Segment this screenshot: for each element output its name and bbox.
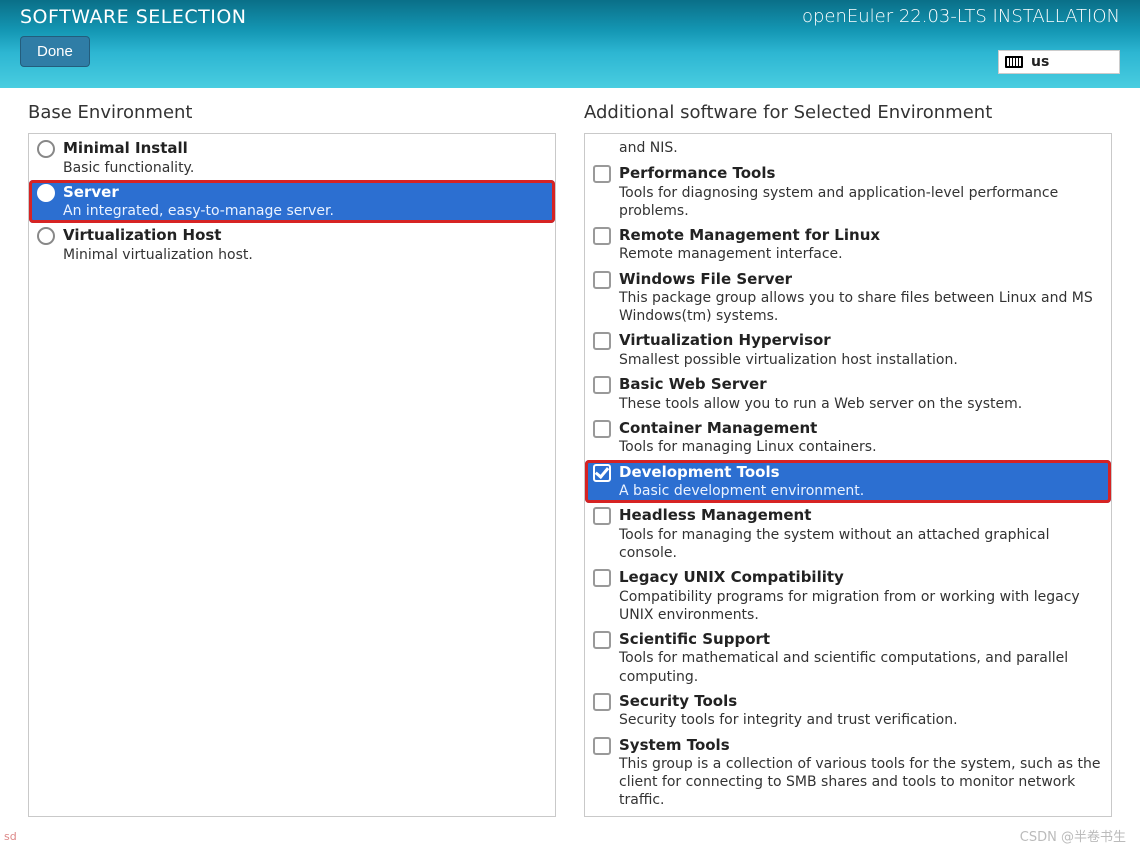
addon-desc: These tools allow you to run a Web serve…: [619, 395, 1103, 413]
addon-title: Performance Tools: [619, 164, 1103, 184]
radio-icon[interactable]: [37, 184, 55, 202]
addon-desc: This group is a collection of various to…: [619, 755, 1103, 810]
addon-desc: Tools for managing the system without an…: [619, 526, 1103, 562]
checkbox-icon[interactable]: [593, 737, 611, 755]
checkbox-icon[interactable]: [593, 569, 611, 587]
base-environment-column: Base Environment Minimal InstallBasic fu…: [28, 102, 556, 817]
base-env-desc: An integrated, easy-to-manage server.: [63, 202, 547, 220]
addon-title: Basic Web Server: [619, 375, 1103, 395]
base-env-title: Minimal Install: [63, 139, 547, 159]
product-label: openEuler 22.03-LTS INSTALLATION: [802, 6, 1120, 27]
addon-item-security[interactable]: Security ToolsSecurity tools for integri…: [585, 689, 1111, 733]
base-env-item-minimal[interactable]: Minimal InstallBasic functionality.: [29, 136, 555, 180]
addons-heading: Additional software for Selected Environ…: [584, 102, 1112, 123]
base-env-title: Server: [63, 183, 547, 203]
checkbox-icon[interactable]: [593, 165, 611, 183]
checkbox-icon[interactable]: [593, 376, 611, 394]
addon-title: Remote Management for Linux: [619, 226, 1103, 246]
addon-title: Legacy UNIX Compatibility: [619, 568, 1103, 588]
checkbox-icon[interactable]: [593, 507, 611, 525]
done-button[interactable]: Done: [20, 36, 90, 67]
addon-desc: Tools for diagnosing system and applicat…: [619, 184, 1103, 220]
content-area: Base Environment Minimal InstallBasic fu…: [0, 88, 1140, 835]
addon-item-dev-tools[interactable]: Development ToolsA basic development env…: [585, 460, 1111, 504]
addon-title: Container Management: [619, 419, 1103, 439]
addon-title: Smart Card Support: [619, 816, 1103, 817]
addon-desc: Tools for managing Linux containers.: [619, 438, 1103, 456]
checkbox-icon[interactable]: [593, 631, 611, 649]
addon-item-headless[interactable]: Headless ManagementTools for managing th…: [585, 503, 1111, 565]
addon-item-scientific[interactable]: Scientific SupportTools for mathematical…: [585, 627, 1111, 689]
addon-item-win-file[interactable]: Windows File ServerThis package group al…: [585, 267, 1111, 329]
addon-desc: A basic development environment.: [619, 482, 1103, 500]
keyboard-indicator[interactable]: us: [998, 50, 1120, 74]
addon-desc: This package group allows you to share f…: [619, 289, 1103, 325]
addon-desc: Compatibility programs for migration fro…: [619, 588, 1103, 624]
addon-desc: Remote management interface.: [619, 245, 1103, 263]
checkbox-icon[interactable]: [593, 693, 611, 711]
addon-title: System Tools: [619, 736, 1103, 756]
base-environment-heading: Base Environment: [28, 102, 556, 123]
addon-desc: Tools for mathematical and scientific co…: [619, 649, 1103, 685]
base-env-title: Virtualization Host: [63, 226, 547, 246]
keyboard-icon: [1005, 56, 1023, 68]
radio-icon[interactable]: [37, 140, 55, 158]
addon-item-container[interactable]: Container ManagementTools for managing L…: [585, 416, 1111, 460]
addon-desc: Security tools for integrity and trust v…: [619, 711, 1103, 729]
addon-item-system-tools[interactable]: System ToolsThis group is a collection o…: [585, 733, 1111, 813]
watermark: CSDN @半卷书生: [1020, 826, 1126, 845]
base-env-item-virt-host[interactable]: Virtualization HostMinimal virtualizatio…: [29, 223, 555, 267]
checkbox-icon[interactable]: [593, 420, 611, 438]
base-env-desc: Minimal virtualization host.: [63, 246, 547, 264]
checkbox-icon[interactable]: [593, 464, 611, 482]
addon-item-basic-web[interactable]: Basic Web ServerThese tools allow you to…: [585, 372, 1111, 416]
corner-text: sd: [4, 830, 17, 843]
addon-desc: and NIS.: [619, 139, 1103, 157]
checkbox-icon[interactable]: [593, 271, 611, 289]
addon-title: Headless Management: [619, 506, 1103, 526]
addons-list[interactable]: and NIS. Performance ToolsTools for diagn…: [584, 133, 1112, 817]
checkbox-icon[interactable]: [593, 332, 611, 350]
addon-item-smart-card[interactable]: Smart Card SupportSupport for using smar…: [585, 813, 1111, 817]
addon-item-nis-fragment[interactable]: and NIS.: [585, 136, 1111, 161]
installer-header: SOFTWARE SELECTION openEuler 22.03-LTS I…: [0, 0, 1140, 88]
keyboard-layout-label: us: [1031, 54, 1049, 70]
base-env-desc: Basic functionality.: [63, 159, 547, 177]
base-env-item-server[interactable]: ServerAn integrated, easy-to-manage serv…: [29, 180, 555, 224]
base-environment-list[interactable]: Minimal InstallBasic functionality.Serve…: [28, 133, 556, 817]
checkbox-icon[interactable]: [593, 227, 611, 245]
addon-title: Development Tools: [619, 463, 1103, 483]
addon-title: Security Tools: [619, 692, 1103, 712]
addon-item-virt-hyper[interactable]: Virtualization HypervisorSmallest possib…: [585, 328, 1111, 372]
radio-icon[interactable]: [37, 227, 55, 245]
addon-item-perf-tools[interactable]: Performance ToolsTools for diagnosing sy…: [585, 161, 1111, 223]
addon-title: Scientific Support: [619, 630, 1103, 650]
addon-title: Virtualization Hypervisor: [619, 331, 1103, 351]
addon-item-legacy-unix[interactable]: Legacy UNIX CompatibilityCompatibility p…: [585, 565, 1111, 627]
addons-column: Additional software for Selected Environ…: [584, 102, 1112, 817]
addon-title: Windows File Server: [619, 270, 1103, 290]
addon-item-remote-mgmt[interactable]: Remote Management for LinuxRemote manage…: [585, 223, 1111, 267]
addon-desc: Smallest possible virtualization host in…: [619, 351, 1103, 369]
